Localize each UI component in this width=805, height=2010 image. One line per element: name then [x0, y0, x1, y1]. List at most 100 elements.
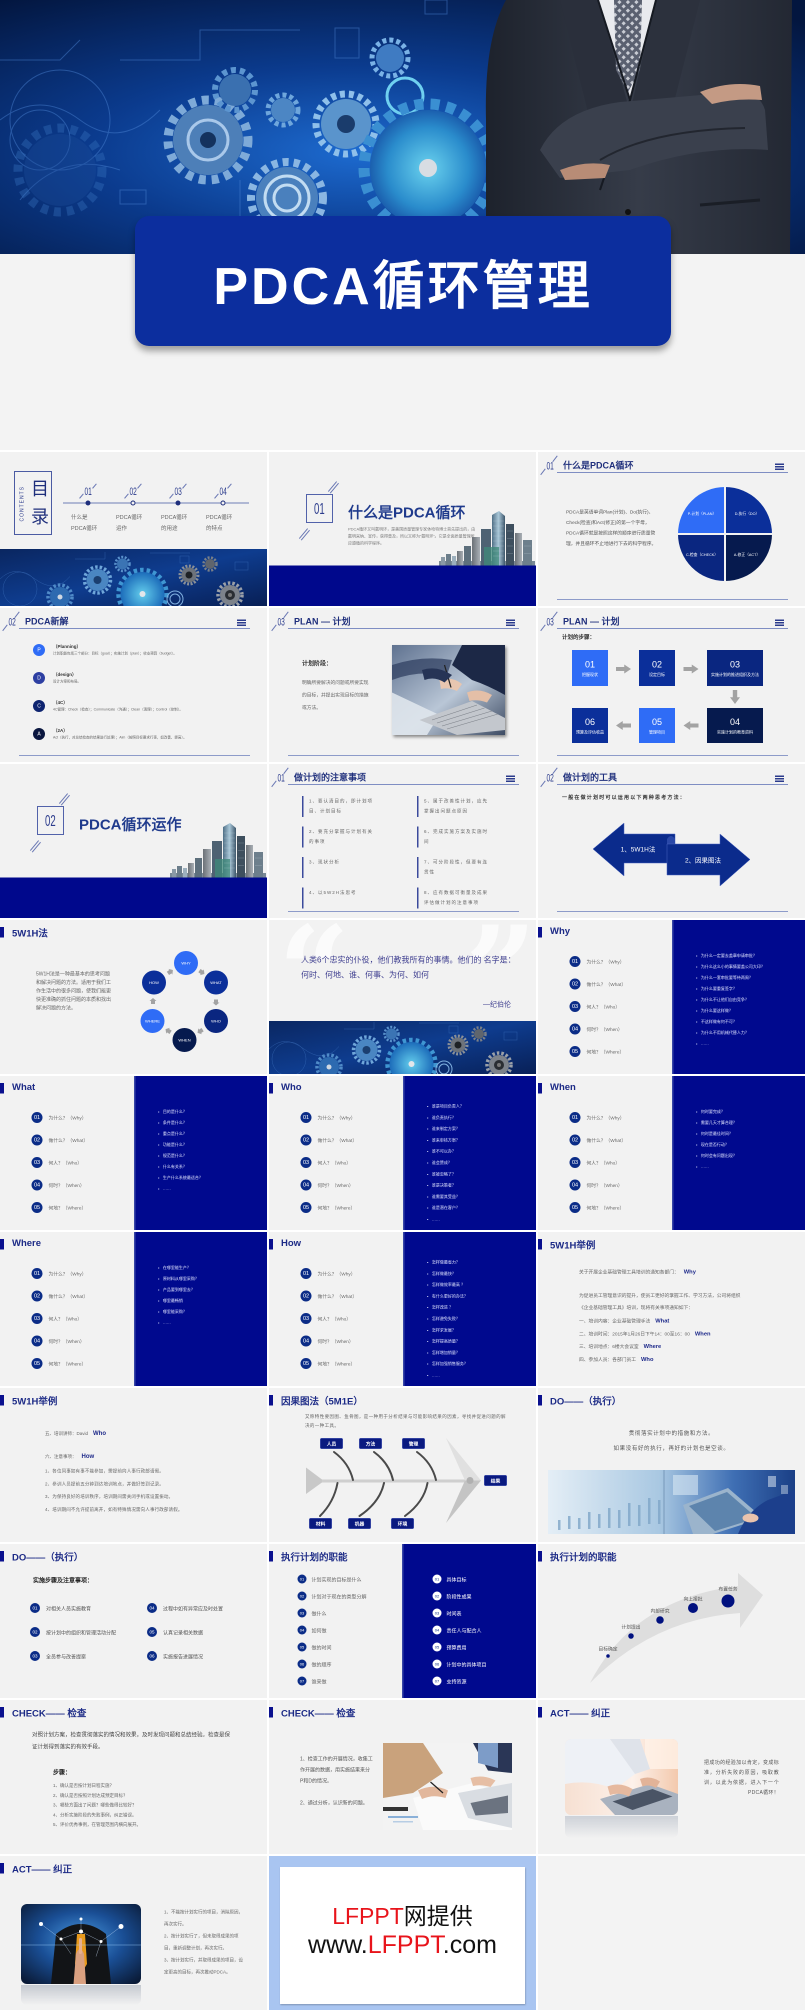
slide-provider-watermark: LFPPT网提供 www.LFPPT.com — [269, 1856, 536, 2010]
detail-panel — [403, 1232, 536, 1386]
notice-item: 一、培训内容：企业基础管理手法 What — [579, 1317, 711, 1330]
node-label: WHEN — [178, 1038, 190, 1043]
planning-note: 4、以5W2H法思考 — [302, 887, 378, 909]
bullet-item: 为什么一定要去盖章申请审批？ — [696, 953, 765, 964]
city-skyline-image — [438, 511, 536, 566]
slide-where: Where 01 为什么？（Why） 02 做什么？（What） 03 何人？（Who） 0… — [0, 1232, 267, 1386]
item-description: 设计方案和布局。 — [53, 680, 81, 684]
step-label: 实施计划的推进组织及方法 — [711, 672, 759, 677]
item-text: 计划对于现在的类型分解 — [311, 1594, 367, 1600]
step-text: 对相关人员实施教育 — [46, 1606, 91, 1612]
contents-title-char-2: 录 — [31, 506, 50, 527]
question-label: 何地？（Where） — [48, 1205, 87, 1211]
check-step: 3、哪些方面出了问题？哪些做得比较好？ — [53, 1802, 137, 1808]
act-points: 1、不能按计划实行的项目，消除原因，再次实行。 2、按计划实行了，但未取得成果的项… — [164, 1906, 247, 1978]
bullet-item: …… — [427, 1216, 464, 1227]
number-badge: 03 — [31, 1156, 43, 1168]
bullet-item: 谁需要其受益？ — [427, 1194, 464, 1205]
bullet-item: …… — [158, 1186, 203, 1197]
step-text: 实施报告进展情况 — [163, 1654, 203, 1660]
section-number: 02 — [45, 811, 56, 830]
step-text: 过程中如有异常应及时处置 — [163, 1606, 223, 1612]
slide-title: ACT—— 纠正 — [550, 1708, 611, 1720]
question-label: 为什么？（Why） — [48, 1271, 87, 1277]
question-menu-item: 01 为什么？（Why） — [31, 1262, 89, 1285]
question-menu-item: 01 为什么？（Why） — [31, 1106, 89, 1129]
question-menu-item: 02 做什么？（What） — [31, 1129, 88, 1152]
do-text-line-2: 如果没有好的执行，再好的计划也是空谈。 — [613, 1445, 730, 1452]
function-question-item: 02 计划对于现在的类型分解 — [297, 1588, 367, 1605]
slide-title: DO——（执行） — [12, 1552, 84, 1564]
item-number: 04 — [219, 485, 227, 498]
question-menu-item: 05 何地？（Where） — [31, 1352, 89, 1375]
title-accent-bar — [269, 1707, 273, 1718]
title-accent-bar — [0, 1863, 4, 1874]
item-label-line-1: PDCA循环 — [206, 514, 233, 521]
question-bullet-list: 在哪里能生产？原材料从哪里采购？产品要到哪里去？哪里最畅销哪里能采购？…… — [158, 1265, 199, 1331]
contents-item: 03 PDCA循环 的用途 — [161, 482, 206, 537]
question-menu-item: 03 何人？（Who） — [569, 995, 627, 1018]
question-label: 何地？（Where） — [586, 1205, 625, 1211]
question-label: 何时？（When） — [48, 1182, 85, 1189]
slide-title: DO——（执行） — [550, 1396, 622, 1408]
quadrant-label-check: C-检查（CHECK） — [686, 552, 718, 557]
website-line: www.LFPPT.com — [280, 1930, 525, 1959]
tools-arrow-diagram: 1、5W1H法 2、因果图法 — [592, 822, 751, 887]
title-accent-bar — [269, 1551, 273, 1562]
number-badge: 06 — [147, 1651, 157, 1661]
bullet-item: 有什么更好的办法？ — [427, 1293, 468, 1304]
stage-label: 目标确定 — [598, 1646, 617, 1653]
contents-item: 01 什么是 PDCA循环 — [71, 482, 116, 537]
slide-title: CHECK—— 检查 — [281, 1708, 356, 1720]
detail-panel — [403, 1076, 536, 1230]
question-label: 何人？（Who） — [586, 1160, 621, 1166]
item-title: （design） — [53, 672, 77, 677]
step-label: 管理项目 — [649, 729, 665, 735]
quadrant-do — [725, 487, 772, 534]
question-label: 做什么？（What） — [586, 981, 627, 988]
slash-decoration — [29, 840, 39, 851]
question-menu-item: 04 何时？（When） — [300, 1330, 358, 1353]
function-question-item: 03 做什么 — [297, 1605, 367, 1622]
number-badge: 01 — [31, 1267, 43, 1279]
title-accent-bar — [0, 1083, 4, 1094]
do-steps-list: 01 对相关人员实施教育 02 按计划中的组织和管理活动分配 03 全员参与改善提案 04 过… — [30, 1596, 264, 1668]
city-skyline-image — [169, 823, 267, 878]
keyword-label: Who — [641, 1356, 654, 1363]
number-badge: 04 — [31, 1179, 43, 1191]
number-badge: 04 — [569, 1179, 581, 1191]
stage-dot — [656, 1616, 664, 1624]
bullet-item: 重点是什么？ — [158, 1131, 203, 1142]
step-number: 03 — [729, 659, 741, 670]
item-text: 预算费用 — [446, 1645, 467, 1651]
slide-title: 5W1H举例 — [12, 1396, 58, 1408]
item-title: （Planning） — [53, 644, 81, 649]
section-number-box: 02 — [37, 806, 64, 835]
notice-item-text: 二、培训时间：2015年1月26日下午14：00至16：00 — [579, 1331, 690, 1337]
number-badge: 05 — [432, 1642, 442, 1652]
function-question-item: 05 做的时间 — [297, 1639, 367, 1656]
number-badge: 03 — [31, 1312, 43, 1324]
timeline-dot — [175, 500, 181, 506]
network-touch-photo — [21, 1904, 141, 1984]
slash-decoration — [327, 481, 337, 492]
title-accent-bar — [538, 1083, 542, 1094]
bullet-item: 何时要完成？ — [696, 1109, 737, 1120]
number-badge: 02 — [30, 1627, 40, 1637]
slide-who: Who 01 为什么？（Why） 02 做什么？（What） 03 何人？（Who） 04 何… — [269, 1076, 536, 1230]
item-label-line-1: PDCA循环 — [161, 514, 188, 521]
fish-head — [446, 1480, 481, 1523]
check-step: 4、分析实施阶段的失败事例，纠正错误。 — [53, 1812, 137, 1818]
result-label: 结果 — [484, 1475, 507, 1486]
plan-stage-text: 明确所要解决的问题或所要实现的目标，并提出实现目标的措施或方法。 — [302, 680, 369, 711]
bullet-item: 怎样改进 ？ — [427, 1305, 468, 1316]
tool-label-5w1h: 1、5W1H法 — [621, 845, 656, 854]
question-menu-item: 04 何时？（When） — [31, 1330, 89, 1353]
keyword-label: Who — [93, 1429, 107, 1437]
bullet-item: 怎样增加销量？ — [427, 1350, 468, 1361]
question-menu-item: 05 何地？（Where） — [31, 1196, 89, 1219]
url-prefix: www. — [308, 1930, 368, 1959]
notice-item-text: 三、培训地点：6楼大会议室 — [579, 1344, 639, 1350]
slide-check-2: CHECK—— 检查 1、检查工作的开展情况，收集工作开展的数据，用实施结果来分… — [269, 1700, 536, 1854]
do-step-item: 04 过程中如有异常应及时处置 — [147, 1596, 264, 1620]
